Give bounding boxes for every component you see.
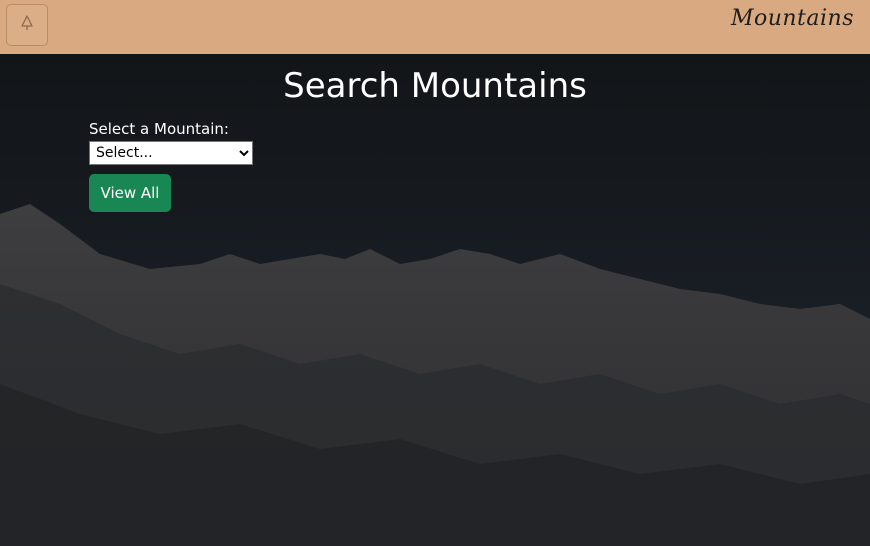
hero-section: Search Mountains Select a Mountain: Sele…	[0, 54, 870, 546]
mountain-select[interactable]: Select...	[89, 141, 253, 165]
view-all-button[interactable]: View All	[89, 174, 171, 212]
tree-icon	[19, 14, 35, 36]
nav-toggle-button[interactable]	[6, 4, 48, 46]
page-title: Search Mountains	[283, 66, 587, 106]
navbar: Mountains	[0, 0, 870, 54]
select-mountain-label: Select a Mountain:	[89, 120, 229, 138]
brand-logo[interactable]: Mountains	[731, 6, 854, 31]
